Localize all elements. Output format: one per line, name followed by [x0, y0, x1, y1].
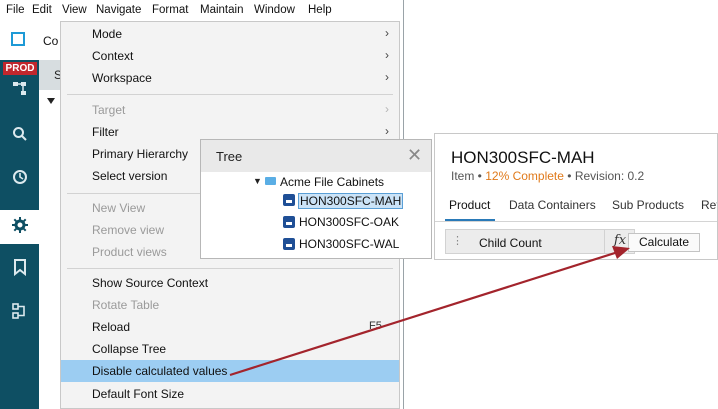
annotation-arrow: [229, 246, 630, 377]
